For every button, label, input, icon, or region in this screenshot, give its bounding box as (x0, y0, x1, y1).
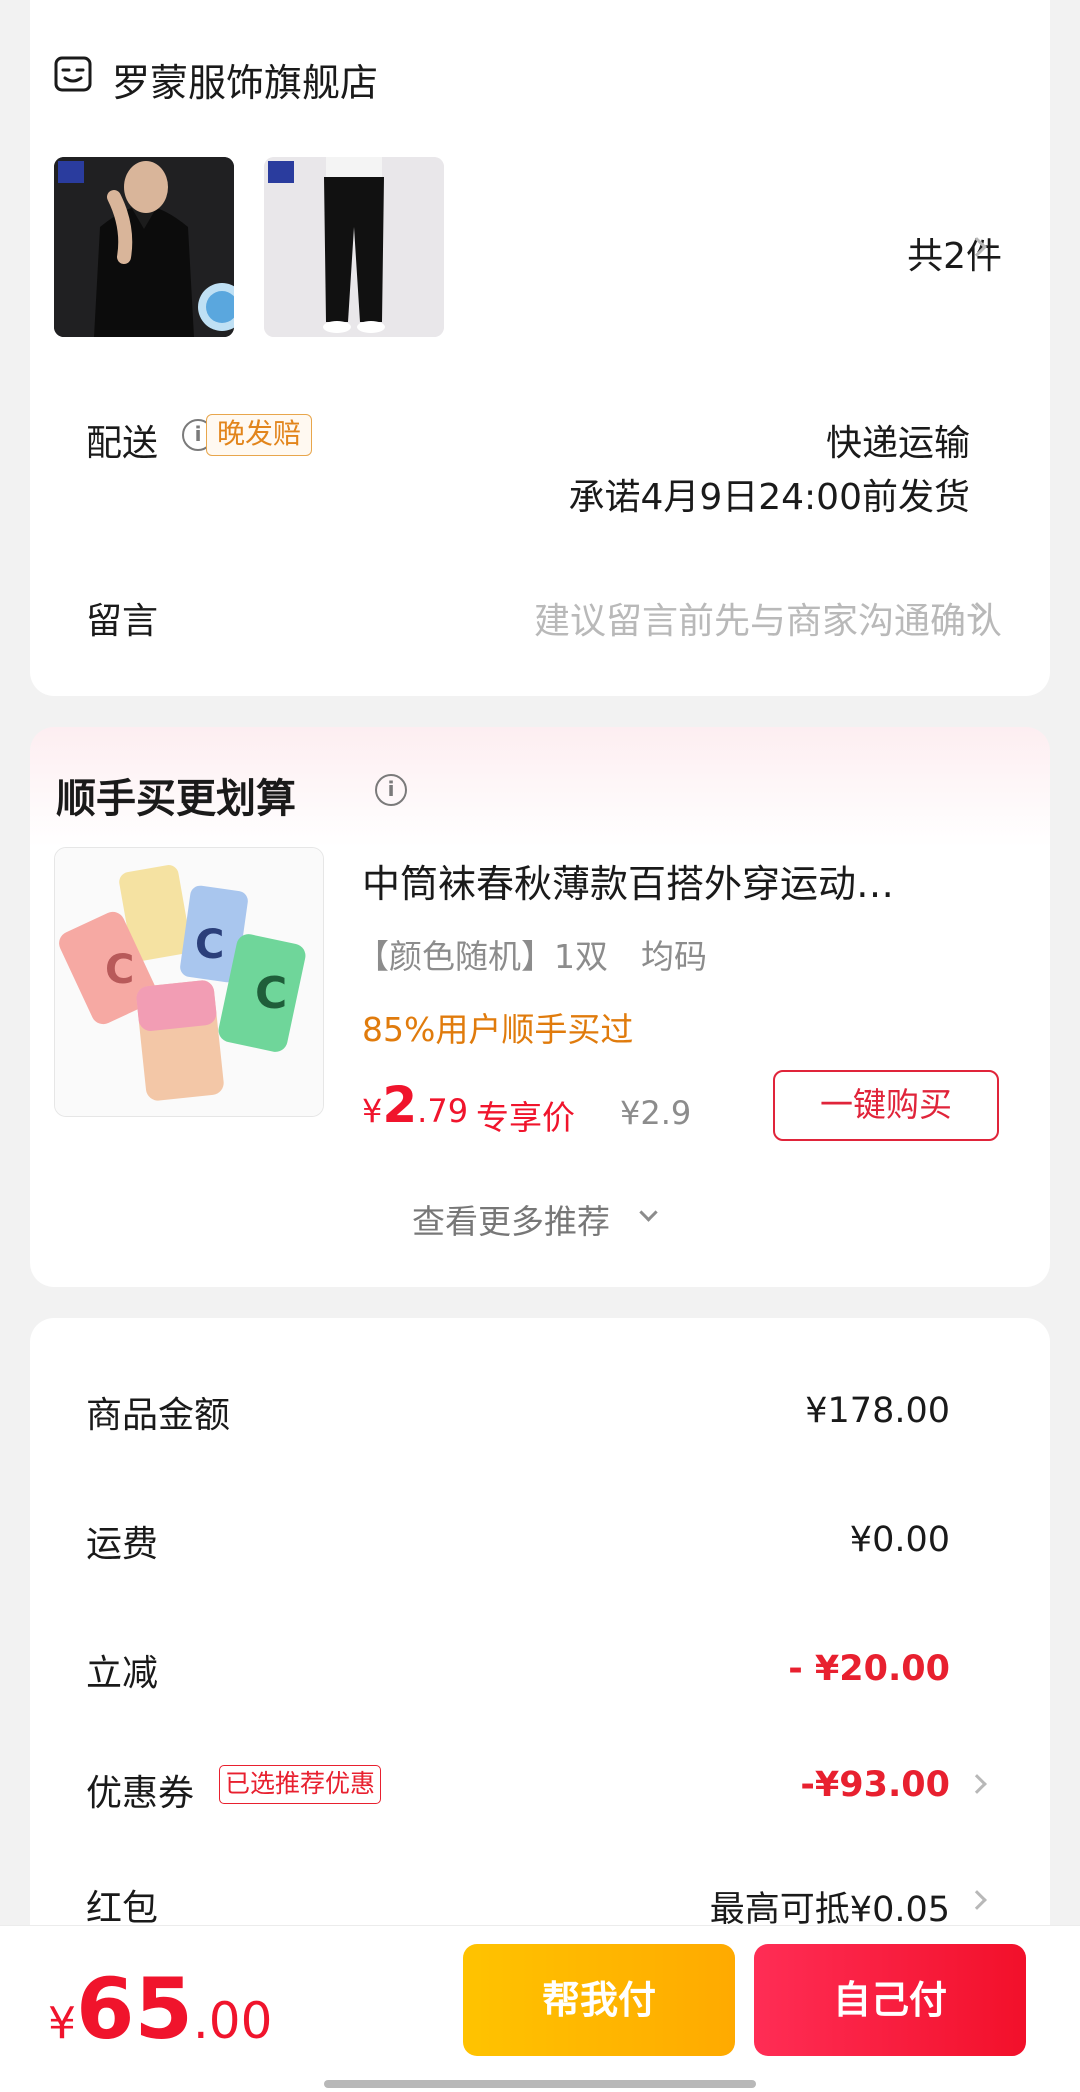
upsell-price: ¥2.79 (362, 1076, 468, 1134)
product-thumb-socks[interactable]: C C C (54, 847, 324, 1117)
shipping-fee-value: ¥0.00 (849, 1520, 950, 1560)
svg-text:C: C (255, 968, 287, 1019)
note-label: 留言 (86, 601, 159, 642)
socks-image: C C C (55, 848, 323, 1116)
store-icon (54, 56, 92, 92)
note-input[interactable]: 建议留言前先与商家沟通确认 (534, 592, 1002, 644)
exclusive-price-tag: 专享价 (476, 1098, 575, 1137)
price-currency: ¥ (362, 1092, 383, 1130)
total-integer: 65 (76, 1960, 193, 2058)
instant-discount-label: 立减 (86, 1653, 159, 1694)
polo-shirt-image (54, 157, 234, 337)
help-me-pay-button[interactable]: 帮我付 (463, 1944, 735, 2056)
brand-logo-badge (58, 161, 84, 183)
goods-amount-label: 商品金额 (86, 1395, 231, 1436)
svg-text:C: C (105, 947, 134, 993)
brand-logo-badge (268, 161, 294, 183)
price-integer: 2 (382, 1076, 418, 1134)
instant-discount-value: - ¥20.00 (788, 1649, 950, 1689)
item-count[interactable]: 共2件 (907, 227, 1002, 279)
home-indicator[interactable] (324, 2080, 756, 2088)
total-decimal: .00 (192, 1992, 273, 2050)
upsell-product-spec: 【颜色随机】1双 均码 (356, 937, 707, 976)
more-recommendations-link[interactable]: 查看更多推荐 (412, 1195, 610, 1243)
total-price: ¥65.00 (48, 1960, 272, 2058)
delivery-label: 配送 (86, 423, 159, 464)
shipping-fee-label: 运费 (86, 1524, 159, 1565)
one-click-buy-button[interactable]: 一键购买 (773, 1070, 999, 1141)
upsell-bought-ratio: 85%用户顺手买过 (362, 1010, 634, 1049)
product-thumb-pants[interactable] (264, 157, 444, 337)
info-icon[interactable]: i (375, 774, 407, 806)
total-currency: ¥ (48, 1998, 76, 2049)
pants-image (264, 157, 444, 337)
svg-text:C: C (195, 922, 224, 968)
recommended-coupon-badge: 已选推荐优惠 (219, 1765, 382, 1804)
upsell-title: 顺手买更划算 (56, 776, 296, 822)
coupon-value[interactable]: -¥93.00 (800, 1765, 950, 1805)
red-packet-label: 红包 (86, 1888, 159, 1929)
shipping-method: 快递运输 (825, 423, 970, 464)
original-price: ¥2.9 (620, 1094, 692, 1132)
shipping-promise: 承诺4月9日24:00前发货 (568, 477, 970, 518)
product-thumb-polo[interactable] (54, 157, 234, 337)
goods-amount-value: ¥178.00 (805, 1391, 950, 1431)
store-name[interactable]: 罗蒙服饰旗舰店 (112, 52, 378, 107)
coupon-label: 优惠券 (86, 1773, 195, 1814)
price-decimal: .79 (417, 1092, 469, 1130)
pay-myself-button[interactable]: 自己付 (754, 1944, 1026, 2056)
upsell-product-title[interactable]: 中筒袜春秋薄款百搭外穿运动… (362, 853, 962, 908)
late-compensation-badge: 晚发赔 (206, 414, 313, 456)
